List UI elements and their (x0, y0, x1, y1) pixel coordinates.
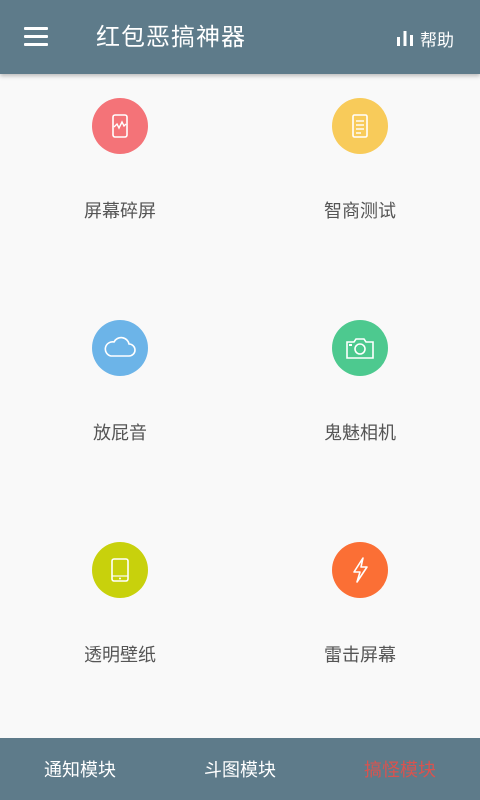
feature-label: 雷击屏幕 (324, 645, 396, 666)
help-button[interactable]: 帮助 (396, 26, 454, 51)
tablet-icon (92, 542, 148, 598)
feature-ghost-camera[interactable]: 鬼魅相机 (240, 296, 480, 518)
feature-label: 放屁音 (93, 423, 147, 444)
bar-chart-icon (397, 31, 413, 46)
feature-cracked-screen[interactable]: 屏幕碎屏 (0, 74, 240, 296)
cracked-screen-icon (92, 98, 148, 154)
bottom-nav: 通知模块 斗图模块 搞怪模块 (0, 738, 480, 800)
feature-label: 智商测试 (324, 201, 396, 222)
tab-meme-module[interactable]: 斗图模块 (160, 738, 320, 800)
document-icon (332, 98, 388, 154)
tab-prank-module[interactable]: 搞怪模块 (320, 738, 480, 800)
help-label: 帮助 (420, 30, 454, 51)
cloud-icon (92, 320, 148, 376)
feature-label: 屏幕碎屏 (84, 201, 156, 222)
feature-iq-test[interactable]: 智商测试 (240, 74, 480, 296)
feature-grid: 屏幕碎屏 智商测试 放屁音 鬼魅相机 透明壁纸 雷击屏幕 (0, 74, 480, 738)
feature-label: 透明壁纸 (84, 645, 156, 666)
feature-fart-sound[interactable]: 放屁音 (0, 296, 240, 518)
feature-label: 鬼魅相机 (324, 423, 396, 444)
feature-lightning-screen[interactable]: 雷击屏幕 (240, 518, 480, 740)
page-title: 红包恶搞神器 (96, 23, 246, 51)
menu-icon[interactable] (22, 25, 54, 49)
tab-notification-module[interactable]: 通知模块 (0, 738, 160, 800)
lightning-icon (332, 542, 388, 598)
feature-transparent-wallpaper[interactable]: 透明壁纸 (0, 518, 240, 740)
camera-icon (332, 320, 388, 376)
app-bar: 红包恶搞神器 帮助 (0, 0, 480, 74)
